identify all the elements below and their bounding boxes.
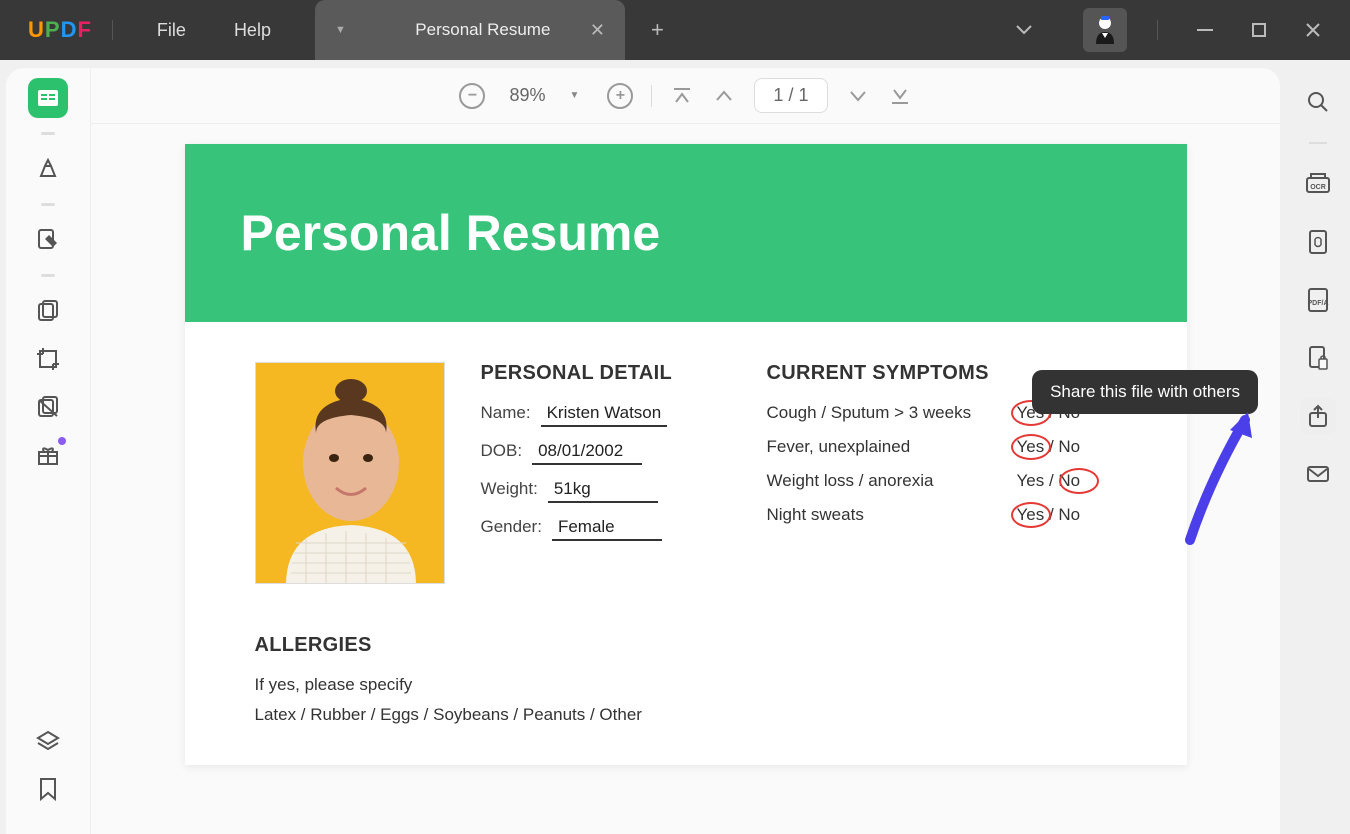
menu-help[interactable]: Help [234, 20, 271, 41]
titlebar: UPDF File Help ▼ Personal Resume ✕ + [0, 0, 1350, 60]
document-tab[interactable]: ▼ Personal Resume ✕ [315, 0, 625, 60]
weight-value: 51kg [548, 479, 658, 503]
separator [41, 203, 55, 206]
notification-badge [58, 437, 66, 445]
first-page-button[interactable] [670, 88, 694, 104]
highlight-tool[interactable] [28, 149, 68, 189]
layers-tool[interactable] [28, 722, 68, 762]
allergies-list: Latex / Rubber / Eggs / Soybeans / Peanu… [255, 705, 1117, 725]
symptom-label: Night sweats [767, 505, 1017, 525]
crop-tool[interactable] [28, 339, 68, 379]
account-avatar-button[interactable] [1083, 8, 1127, 52]
document-header: Personal Resume [185, 144, 1187, 322]
zoom-in-button[interactable]: + [607, 83, 633, 109]
profile-photo [255, 362, 445, 584]
redact-tool[interactable] [28, 387, 68, 427]
next-page-button[interactable] [846, 90, 870, 102]
close-tab-icon[interactable]: ✕ [590, 20, 605, 41]
separator [41, 132, 55, 135]
name-label: Name: [481, 403, 531, 423]
document-title: Personal Resume [241, 204, 661, 262]
edit-tool[interactable] [28, 220, 68, 260]
allergies-heading: ALLERGIES [255, 634, 1117, 657]
separator [41, 274, 55, 277]
gift-tool[interactable] [28, 435, 68, 475]
symptom-row: Weight loss / anorexia Yes / No [767, 471, 1117, 491]
total-pages: 1 [798, 85, 808, 105]
dob-value: 08/01/2002 [532, 441, 642, 465]
tab-dropdown-icon[interactable]: ▼ [335, 24, 346, 36]
symptom-row: Fever, unexplained Yes / No [767, 437, 1117, 457]
bookmark-tool[interactable] [28, 770, 68, 810]
page-indicator[interactable]: 1 / 1 [754, 78, 827, 113]
document-toolbar: − 89% ▼ + 1 / 1 [91, 68, 1280, 124]
right-toolbar: OCR PDF/A [1286, 68, 1350, 834]
separator [112, 20, 113, 40]
symptom-label: Cough / Sputum > 3 weeks [767, 403, 1017, 423]
separator [651, 85, 652, 107]
app-logo: UPDF [28, 17, 92, 43]
window-menu-chevron-icon[interactable] [1015, 24, 1033, 36]
yesno-value: Yes / No [1017, 437, 1081, 457]
yesno-value: Yes / No [1017, 505, 1081, 525]
name-value: Kristen Watson [541, 403, 668, 427]
symptom-label: Fever, unexplained [767, 437, 1017, 457]
protect-button[interactable] [1300, 340, 1336, 376]
ocr-button[interactable]: OCR [1300, 166, 1336, 202]
close-window-button[interactable] [1286, 10, 1340, 50]
last-page-button[interactable] [888, 88, 912, 104]
share-button[interactable] [1300, 398, 1336, 434]
svg-text:OCR: OCR [1310, 184, 1326, 191]
symptom-row: Night sweats Yes / No [767, 505, 1117, 525]
maximize-button[interactable] [1232, 10, 1286, 50]
add-tab-button[interactable]: + [651, 17, 664, 43]
tab-title: Personal Resume [376, 20, 590, 40]
personal-detail-heading: PERSONAL DETAIL [481, 362, 731, 385]
email-button[interactable] [1300, 456, 1336, 492]
zoom-dropdown-icon[interactable]: ▼ [570, 90, 580, 101]
dob-label: DOB: [481, 441, 523, 461]
allergies-specify-text: If yes, please specify [255, 675, 1117, 695]
current-page: 1 [773, 85, 783, 105]
symptom-label: Weight loss / anorexia [767, 471, 1017, 491]
menu-file[interactable]: File [157, 20, 186, 41]
gender-label: Gender: [481, 517, 542, 537]
left-toolbar [6, 68, 90, 834]
separator [1157, 20, 1158, 40]
zoom-out-button[interactable]: − [459, 83, 485, 109]
yesno-value: Yes / No [1017, 471, 1081, 491]
search-button[interactable] [1300, 84, 1336, 120]
organize-tool[interactable] [28, 291, 68, 331]
convert-button[interactable] [1300, 224, 1336, 260]
zoom-level[interactable]: 89% [509, 85, 545, 106]
minimize-button[interactable] [1178, 10, 1232, 50]
separator [1309, 142, 1327, 144]
document-page: Personal Resume [185, 144, 1187, 765]
share-tooltip: Share this file with others [1032, 370, 1258, 414]
svg-text:PDF/A: PDF/A [1308, 300, 1329, 307]
pdfa-button[interactable]: PDF/A [1300, 282, 1336, 318]
page-separator: / [788, 85, 793, 105]
weight-label: Weight: [481, 479, 538, 499]
prev-page-button[interactable] [712, 90, 736, 102]
reader-tool[interactable] [28, 78, 68, 118]
gender-value: Female [552, 517, 662, 541]
